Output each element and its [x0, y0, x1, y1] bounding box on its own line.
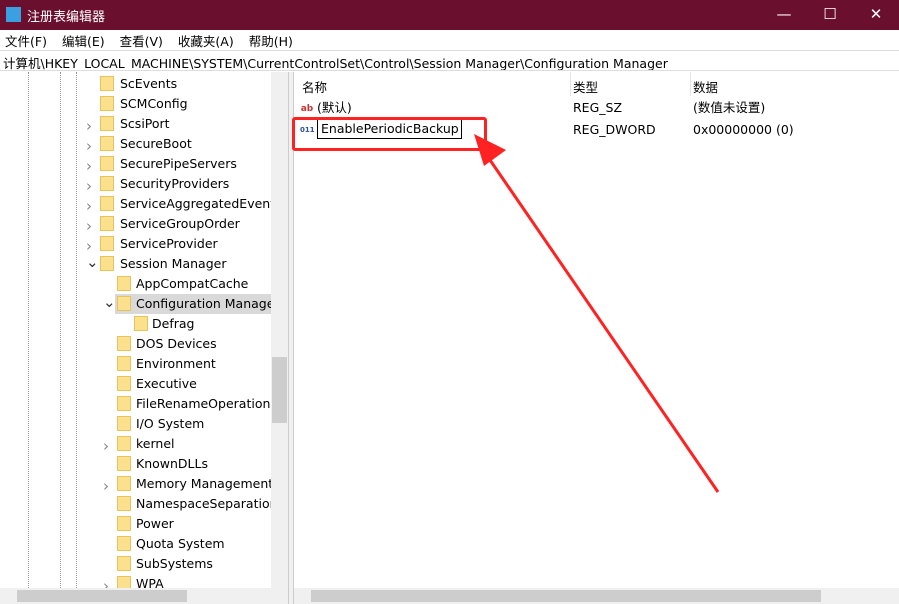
annotation-arrow [474, 134, 720, 493]
